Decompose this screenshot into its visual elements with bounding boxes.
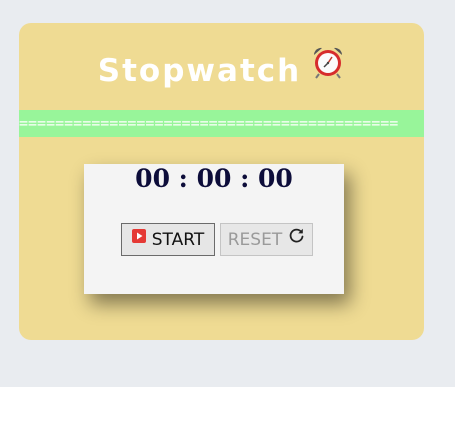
divider-text: ========================================… [19, 114, 399, 132]
header: Stopwatch [19, 47, 424, 89]
page-title: Stopwatch [97, 53, 302, 89]
time-display: 00 : 00 : 00 [135, 164, 293, 193]
alarm-clock-icon [311, 45, 345, 84]
reset-button[interactable]: RESET [220, 223, 313, 256]
timer-panel: 00 : 00 : 00 START RESET [84, 164, 344, 294]
refresh-icon [288, 227, 305, 249]
play-button-icon [131, 228, 146, 248]
start-button-label: START [151, 229, 205, 250]
reset-button-label: RESET [227, 229, 283, 250]
divider-banner: ========================================… [19, 110, 424, 137]
start-button[interactable]: START [121, 223, 215, 256]
